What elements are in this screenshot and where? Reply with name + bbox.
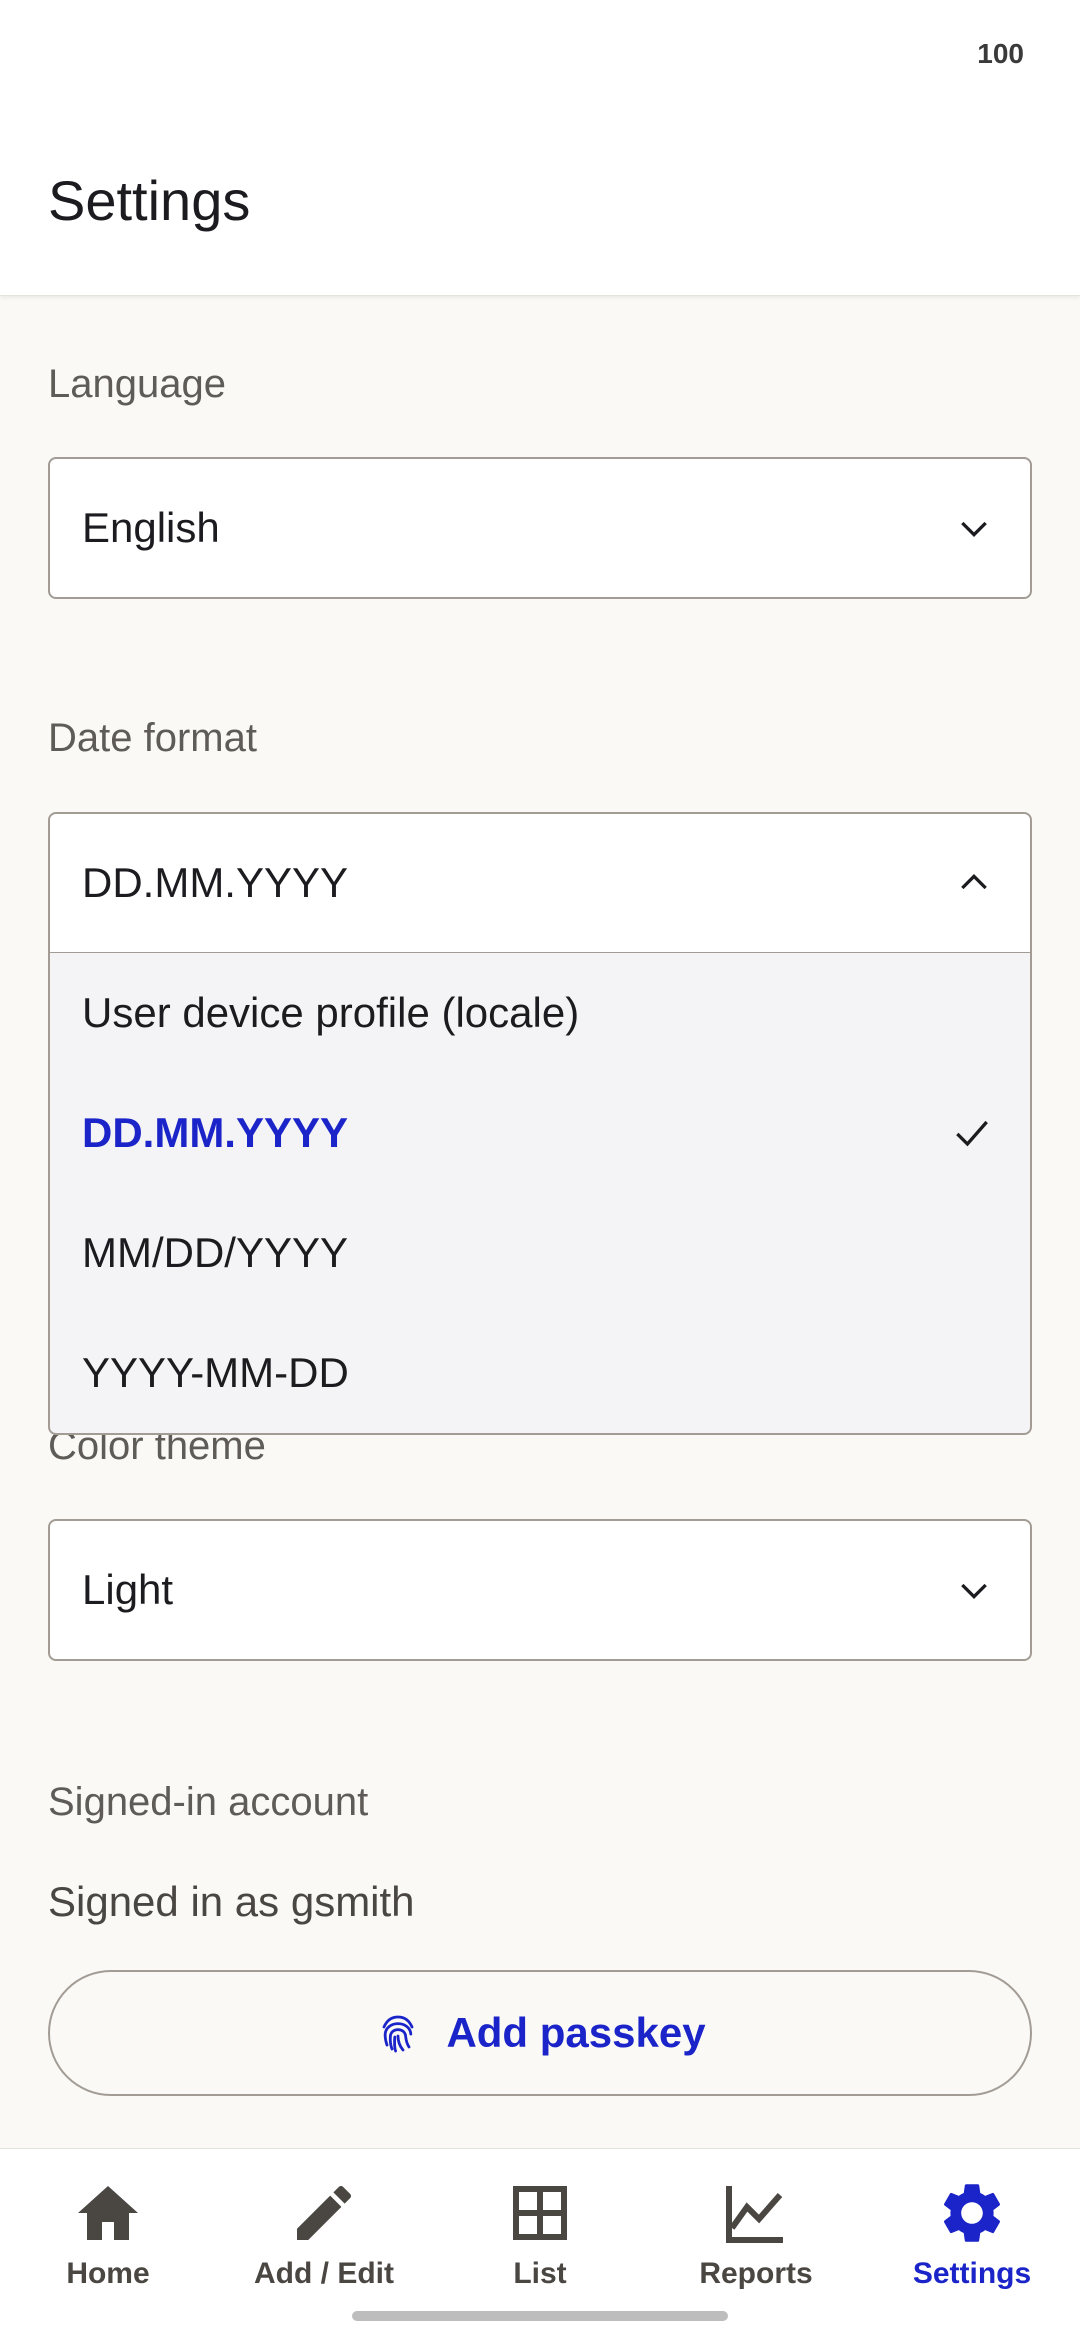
add-passkey-label: Add passkey xyxy=(446,2009,706,2056)
date-format-menu: User device profile (locale) DD.MM.YYYY … xyxy=(48,953,1032,1435)
menu-item-locale[interactable]: User device profile (locale) xyxy=(50,953,1030,1073)
nav-label: Home xyxy=(66,2257,150,2290)
date-format-value: DD.MM.YYYY xyxy=(82,859,349,906)
signed-in-text: Signed in as gsmith xyxy=(48,1878,415,1925)
date-format-label: Date format xyxy=(48,716,257,760)
status-bar: 100 xyxy=(0,0,1080,110)
chevron-down-icon xyxy=(961,521,987,538)
menu-item-label: MM/DD/YYYY xyxy=(82,1229,349,1276)
app-bar: Settings xyxy=(0,110,1080,296)
chevron-up-icon xyxy=(961,873,987,890)
nav-label: Settings xyxy=(912,2257,1032,2290)
page-title: Settings xyxy=(48,169,251,232)
nav-item-list[interactable]: List xyxy=(432,2177,648,2307)
language-label: Language xyxy=(48,362,226,406)
nav-item-home[interactable]: Home xyxy=(0,2177,216,2307)
gesture-handle[interactable] xyxy=(352,2311,728,2321)
menu-item-yyyy-mm-dd[interactable]: YYYY-MM-DD xyxy=(50,1313,1030,1433)
nav-item-add-edit[interactable]: Add / Edit xyxy=(216,2177,432,2307)
menu-item-dd-mm-yyyy[interactable]: DD.MM.YYYY xyxy=(50,1073,1030,1193)
add-passkey-button[interactable]: Add passkey xyxy=(48,1970,1032,2096)
battery-level: 100 xyxy=(977,38,1024,69)
color-theme-value: Light xyxy=(82,1566,174,1613)
pencil-icon xyxy=(297,2185,351,2240)
chevron-down-icon xyxy=(961,1583,987,1600)
menu-item-label: DD.MM.YYYY xyxy=(82,1109,349,1156)
check-icon xyxy=(956,1120,988,1147)
chart-icon xyxy=(726,2186,783,2243)
language-select[interactable]: English xyxy=(48,457,1032,599)
menu-item-label: User device profile (locale) xyxy=(82,989,580,1036)
date-format-select[interactable]: DD.MM.YYYY xyxy=(48,812,1032,954)
nav-label: Add / Edit xyxy=(254,2257,394,2290)
gear-icon xyxy=(943,2184,1001,2242)
grid-icon xyxy=(513,2186,567,2240)
menu-item-label: YYYY-MM-DD xyxy=(82,1349,349,1396)
home-icon xyxy=(78,2186,138,2240)
fingerprint-icon xyxy=(383,2015,414,2053)
nav-item-reports[interactable]: Reports xyxy=(648,2177,864,2307)
language-value: English xyxy=(82,504,220,551)
menu-item-mm-dd-yyyy[interactable]: MM/DD/YYYY xyxy=(50,1193,1030,1313)
nav-label: Reports xyxy=(699,2257,813,2290)
color-theme-select[interactable]: Light xyxy=(48,1519,1032,1661)
account-section-label: Signed-in account xyxy=(48,1780,369,1824)
nav-label: List xyxy=(513,2257,567,2290)
nav-item-settings[interactable]: Settings xyxy=(864,2177,1080,2307)
